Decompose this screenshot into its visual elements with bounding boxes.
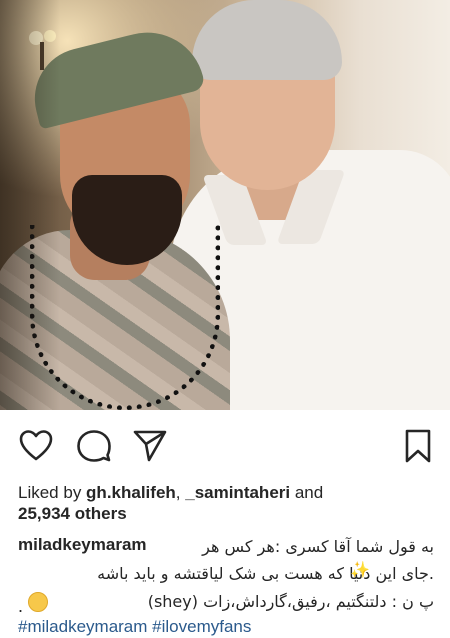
heart-icon bbox=[19, 430, 53, 461]
likes-others-link[interactable]: 25,934 others bbox=[18, 504, 127, 523]
hashtag-link-1[interactable]: #miladkeymaram bbox=[18, 617, 147, 636]
likes-and: and bbox=[290, 483, 324, 502]
likes-prefix: Liked by bbox=[18, 483, 87, 502]
likes-summary: Liked by gh.khalifeh, _samintaheri and 2… bbox=[18, 482, 438, 524]
caption-line-1: به قول شما آقا کسری :هر کس هر bbox=[202, 537, 434, 556]
photo-shadow bbox=[0, 0, 60, 410]
save-button[interactable] bbox=[400, 428, 436, 464]
smiling-face-emoji-icon bbox=[28, 592, 48, 612]
caption-dot: . bbox=[18, 596, 24, 616]
send-icon bbox=[133, 430, 167, 462]
like-button[interactable] bbox=[18, 428, 54, 464]
post-action-bar bbox=[0, 418, 450, 472]
liker-link-2[interactable]: _samintaheri bbox=[185, 483, 290, 502]
likes-separator: , bbox=[175, 483, 186, 502]
liker-link-1[interactable]: gh.khalifeh bbox=[86, 483, 176, 502]
hashtag-link-2[interactable]: #ilovemyfans bbox=[152, 617, 251, 636]
caption-line-3: پ ن : دلتنگتیم ،رفیق،گارداش،زات (shey) bbox=[147, 592, 434, 611]
bookmark-icon bbox=[405, 429, 431, 463]
post-photo[interactable] bbox=[0, 0, 450, 410]
share-button[interactable] bbox=[132, 428, 168, 464]
hashtags: #miladkeymaram #ilovemyfans bbox=[18, 617, 251, 637]
sparkles-emoji: ✨ bbox=[350, 562, 370, 579]
comment-icon bbox=[77, 430, 111, 462]
comment-button[interactable] bbox=[76, 428, 112, 464]
caption-line-2: .جای این دنیا که هست بی شک لیاقتشه و بای… bbox=[97, 564, 434, 583]
